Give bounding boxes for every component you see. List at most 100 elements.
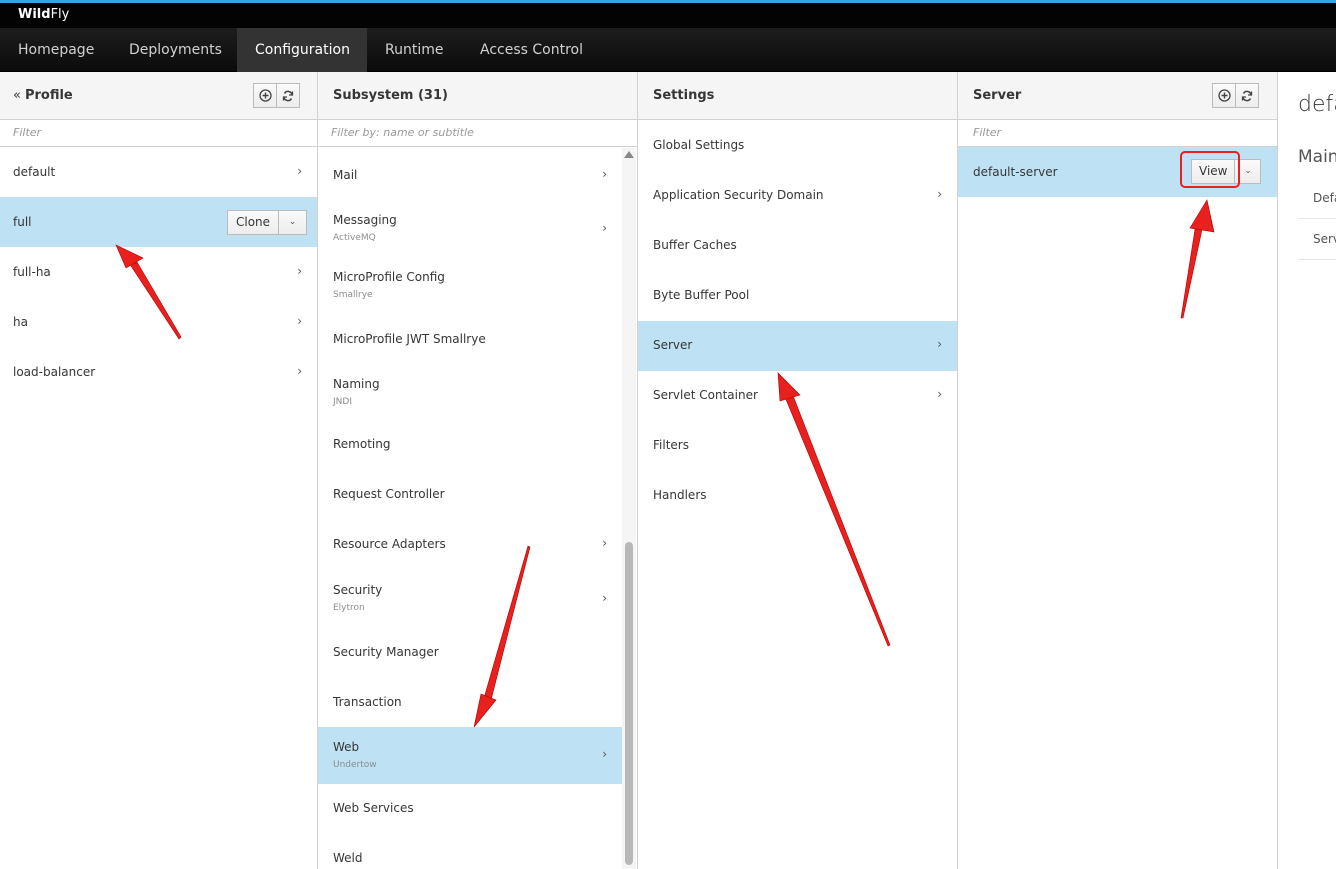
item-label: Weld [333, 851, 363, 865]
settings-item-application-security-domain[interactable]: Application Security Domain › [638, 171, 957, 221]
subsystem-item-resource-adapters[interactable]: Resource Adapters › [318, 521, 622, 571]
subsystem-item-remoting[interactable]: Remoting [318, 421, 622, 471]
nav-homepage[interactable]: Homepage [0, 28, 111, 72]
clone-button[interactable]: Clone [227, 210, 280, 235]
chevron-down-icon[interactable]: ⌄ [279, 210, 308, 235]
view-button-group: View ⌄ [1191, 159, 1262, 184]
server-item-default-server[interactable]: default-server View ⌄ [958, 147, 1277, 197]
clone-button-group: Clone ⌄ [227, 210, 308, 235]
item-label: Application Security Domain [653, 188, 824, 202]
subsystem-item-request-controller[interactable]: Request Controller [318, 471, 622, 521]
subsystem-item-security[interactable]: Security Elytron › [318, 571, 622, 628]
view-button[interactable]: View [1191, 159, 1236, 184]
profile-item-ha[interactable]: ha › [0, 297, 317, 347]
item-label: Handlers [653, 488, 707, 502]
back-icon[interactable]: « [13, 88, 21, 103]
profile-item-full-ha[interactable]: full-ha › [0, 247, 317, 297]
server-column-header: Server [958, 72, 1277, 120]
item-label: Web [333, 740, 360, 754]
refresh-icon [1241, 90, 1253, 101]
chevron-right-icon: › [602, 747, 607, 761]
refresh-profile-button[interactable] [276, 83, 300, 108]
item-label: Server [653, 338, 693, 352]
add-profile-button[interactable] [253, 83, 277, 108]
subsystem-item-mail[interactable]: Mail › [318, 150, 622, 200]
chevron-down-icon[interactable]: ⌄ [1235, 159, 1262, 184]
item-label: Web Services [333, 801, 414, 815]
chevron-right-icon: › [602, 221, 607, 235]
item-label: Resource Adapters [333, 537, 446, 551]
profile-column-header: «Profile [0, 72, 317, 120]
refresh-server-button[interactable] [1235, 83, 1259, 108]
chevron-right-icon: › [297, 364, 302, 378]
add-circle-icon [258, 89, 272, 102]
item-label: Naming [333, 377, 380, 391]
subsystem-item-messaging[interactable]: Messaging ActiveMQ › [318, 200, 622, 257]
chevron-right-icon: › [297, 264, 302, 278]
subsystem-item-web-services[interactable]: Web Services [318, 784, 622, 834]
profile-item-default[interactable]: default › [0, 148, 317, 198]
subsystem-item-security-manager[interactable]: Security Manager [318, 628, 622, 678]
nav-access-control[interactable]: Access Control [462, 28, 602, 72]
settings-item-servlet-container[interactable]: Servlet Container › [638, 371, 957, 421]
detail-item[interactable]: Serv [1298, 219, 1336, 260]
item-label: Buffer Caches [653, 238, 737, 252]
subsystem-item-web[interactable]: Web Undertow › [318, 727, 622, 784]
nav-configuration[interactable]: Configuration [237, 28, 367, 72]
profile-filter-input[interactable]: Filter [0, 121, 317, 147]
subsystem-scrollbar-thumb[interactable] [625, 542, 633, 865]
subsystem-item-transaction[interactable]: Transaction [318, 678, 622, 728]
chevron-right-icon: › [937, 387, 942, 401]
item-label: Byte Buffer Pool [653, 288, 750, 302]
item-label: Remoting [333, 437, 391, 451]
main-nav: Homepage Deployments Configuration Runti… [0, 28, 1336, 72]
item-label: Servlet Container [653, 388, 758, 402]
profile-title[interactable]: «Profile [13, 88, 73, 103]
item-label: default [13, 165, 56, 179]
subsystem-column-header: Subsystem (31) [318, 72, 637, 120]
settings-item-global-settings[interactable]: Global Settings [638, 121, 957, 171]
nav-deployments[interactable]: Deployments [111, 28, 237, 72]
add-server-button[interactable] [1212, 83, 1236, 108]
profile-column: «Profile Filter default › full Clone ⌄ f… [0, 72, 318, 869]
nav-runtime[interactable]: Runtime [367, 28, 462, 72]
subsystem-filter-input[interactable]: Filter by: name or subtitle [318, 121, 637, 147]
server-title: Server [973, 88, 1022, 103]
chevron-right-icon: › [937, 187, 942, 201]
profile-item-load-balancer[interactable]: load-balancer › [0, 347, 317, 397]
settings-item-handlers[interactable]: Handlers [638, 471, 957, 521]
settings-item-server[interactable]: Server › [638, 321, 957, 371]
item-label: Mail [333, 168, 358, 182]
chevron-right-icon: › [297, 314, 302, 328]
detail-item[interactable]: Defa [1298, 178, 1336, 219]
profile-item-full[interactable]: full Clone ⌄ [0, 197, 317, 247]
item-label: default-server [973, 165, 1058, 179]
server-tools [1212, 83, 1259, 108]
scroll-up-icon[interactable] [624, 151, 634, 158]
item-label: full [13, 215, 32, 229]
server-column: Server Filter default-server View ⌄ [958, 72, 1278, 869]
subsystem-item-naming[interactable]: Naming JNDI [318, 364, 622, 421]
add-circle-icon [1217, 89, 1231, 102]
refresh-icon [282, 90, 294, 101]
server-filter-input[interactable]: Filter [958, 121, 1277, 147]
item-subtitle: Undertow [333, 760, 377, 770]
item-subtitle: Smallrye [333, 290, 373, 300]
item-label: ha [13, 315, 28, 329]
settings-column: Settings Global Settings Application Sec… [638, 72, 958, 869]
chevron-right-icon: › [297, 164, 302, 178]
subsystem-item-weld[interactable]: Weld [318, 834, 622, 869]
item-label: MicroProfile Config [333, 270, 445, 284]
wildfly-logo[interactable]: WildFly [18, 7, 69, 22]
item-label: MicroProfile JWT Smallrye [333, 332, 486, 346]
subsystem-item-microprofile-jwt[interactable]: MicroProfile JWT Smallrye [318, 314, 622, 364]
item-label: Security [333, 583, 383, 597]
item-subtitle: Elytron [333, 603, 365, 613]
settings-item-buffer-caches[interactable]: Buffer Caches [638, 221, 957, 271]
item-label: Request Controller [333, 487, 445, 501]
chevron-right-icon: › [602, 536, 607, 550]
settings-item-filters[interactable]: Filters [638, 421, 957, 471]
settings-item-byte-buffer-pool[interactable]: Byte Buffer Pool [638, 271, 957, 321]
subsystem-item-microprofile-config[interactable]: MicroProfile Config Smallrye [318, 257, 622, 314]
chevron-right-icon: › [602, 591, 607, 605]
